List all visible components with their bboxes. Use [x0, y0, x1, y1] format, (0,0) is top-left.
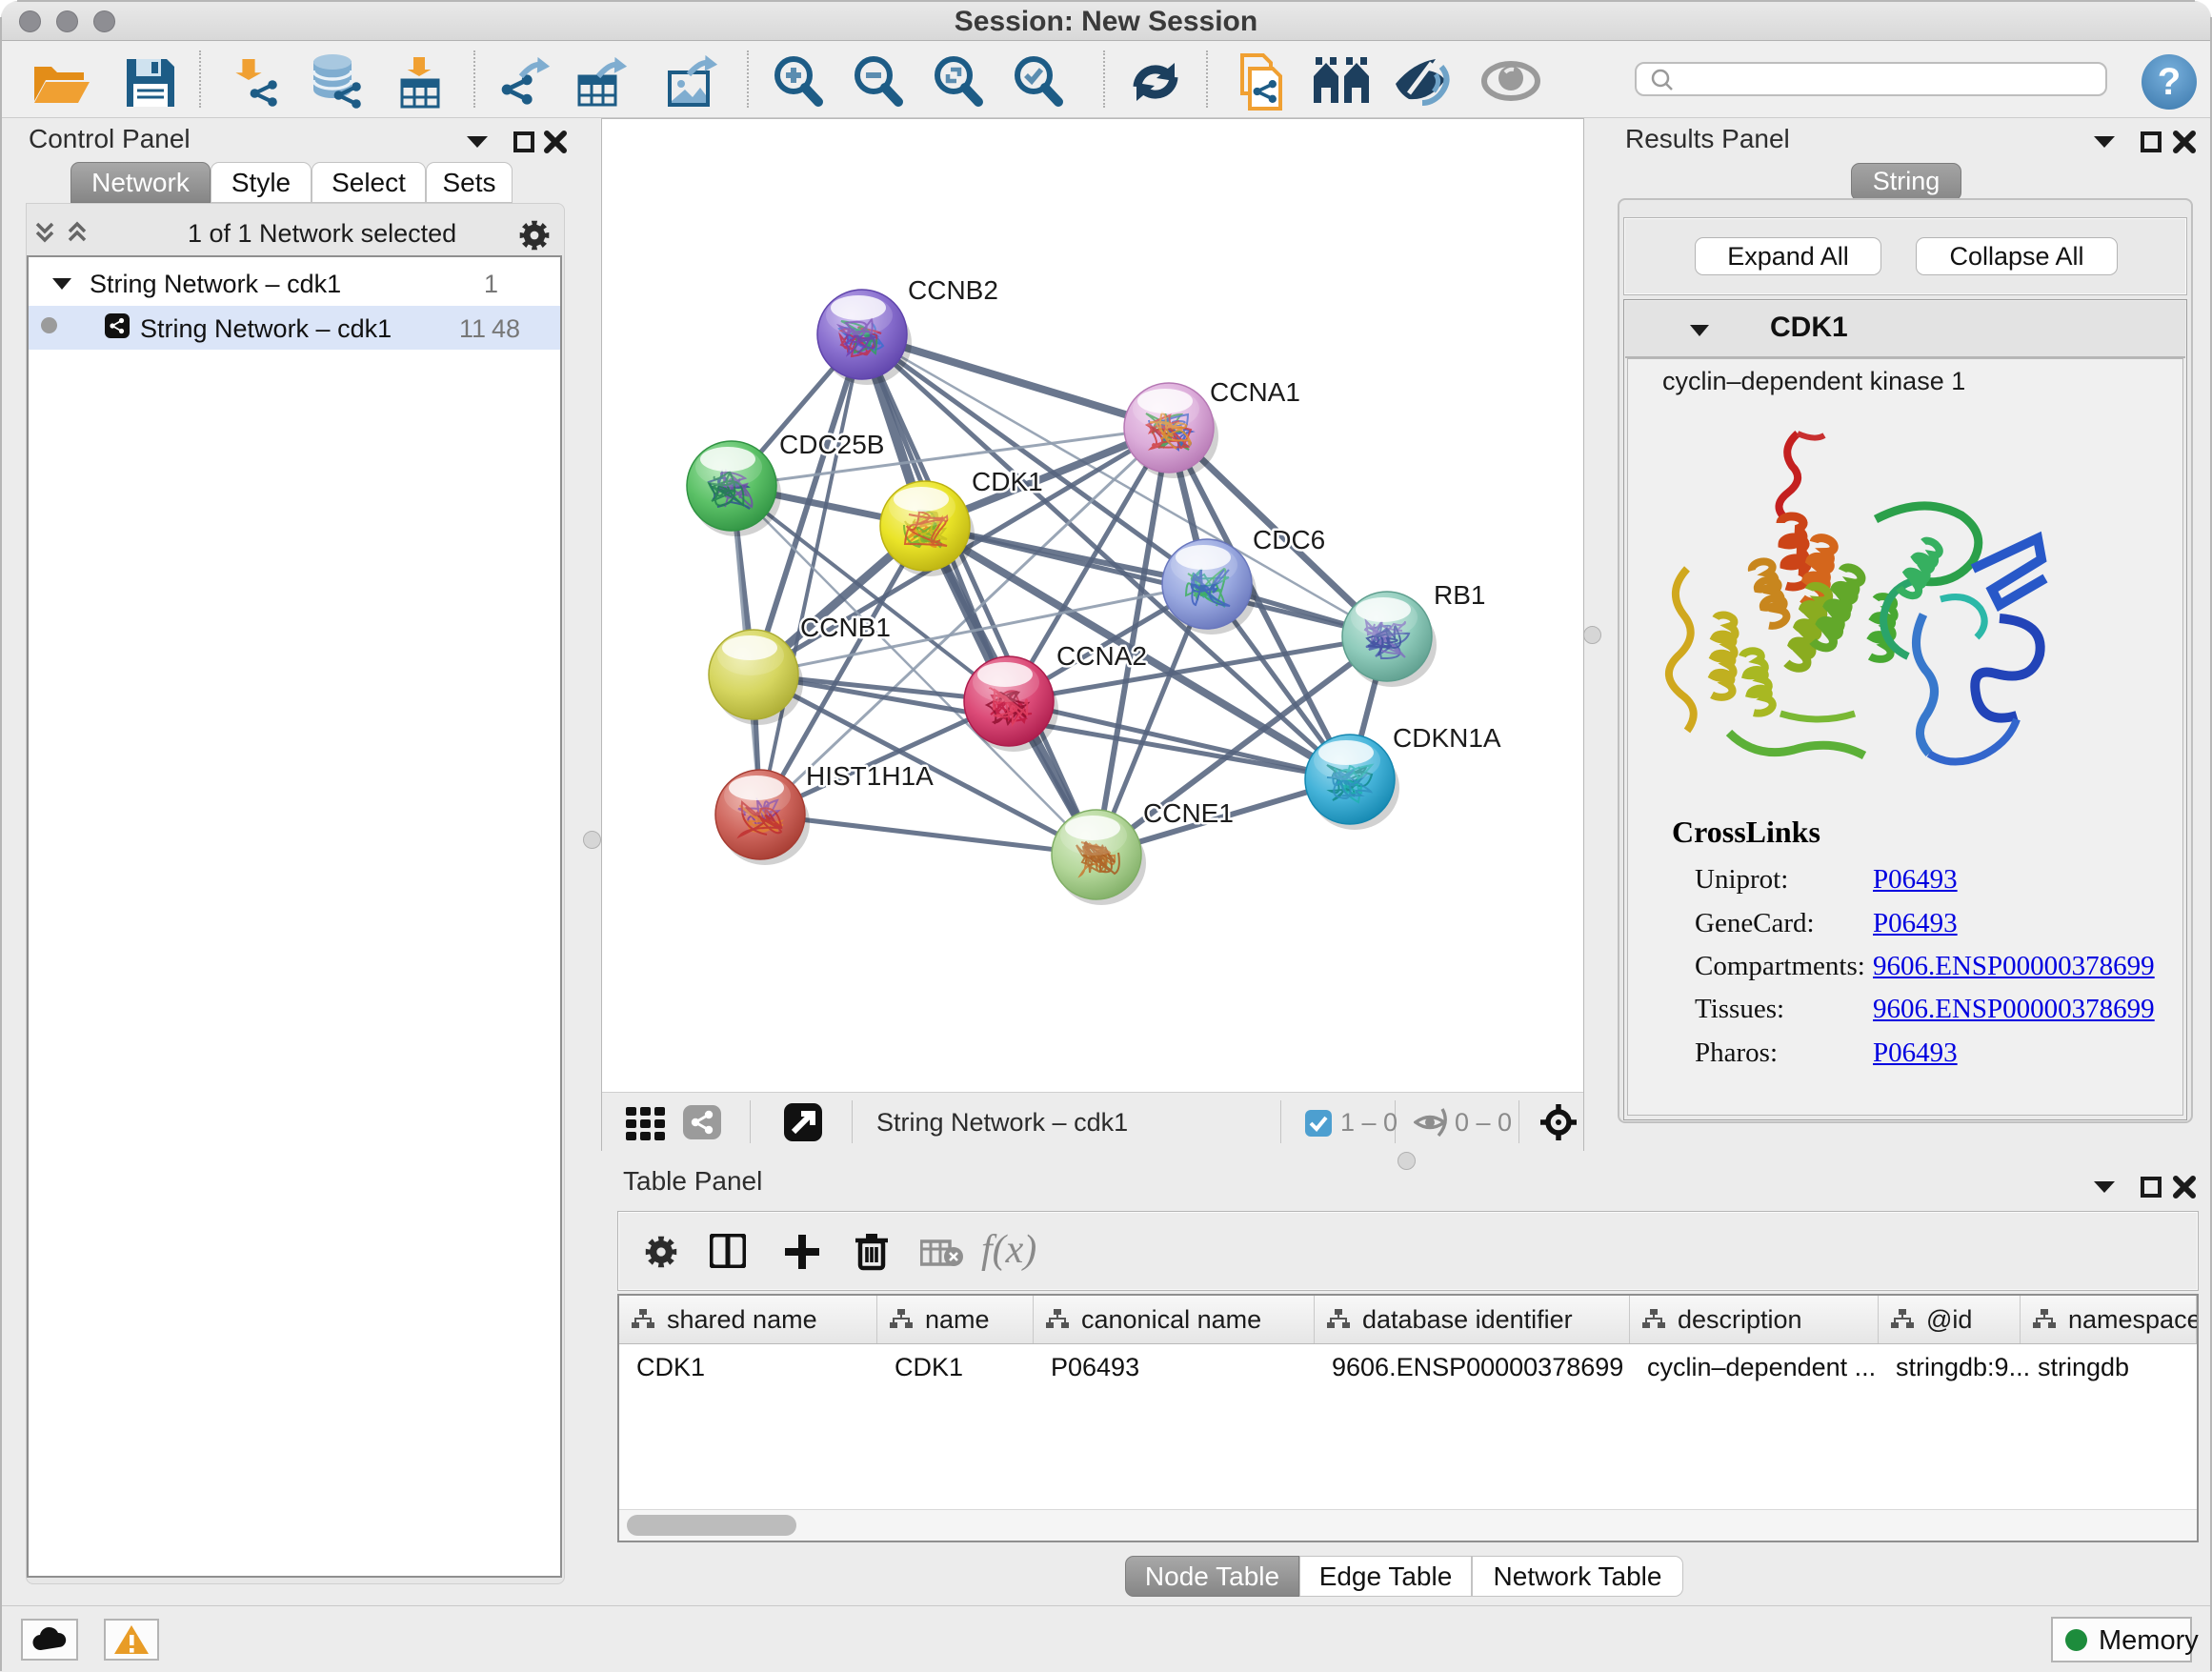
svg-text:CCNA2: CCNA2: [1056, 641, 1147, 671]
svg-text:CCNB2: CCNB2: [908, 275, 998, 305]
svg-text:RB1: RB1: [1434, 580, 1485, 610]
svg-text:CDC25B: CDC25B: [779, 430, 884, 459]
svg-text:CDC6: CDC6: [1253, 525, 1325, 554]
svg-text:CCNA1: CCNA1: [1210, 377, 1300, 407]
svg-text:HIST1H1A: HIST1H1A: [806, 761, 934, 791]
svg-text:CDKN1A: CDKN1A: [1393, 723, 1501, 753]
svg-text:CCNB1: CCNB1: [800, 613, 891, 642]
svg-text:CDK1: CDK1: [972, 467, 1043, 496]
svg-text:CCNE1: CCNE1: [1143, 798, 1234, 828]
